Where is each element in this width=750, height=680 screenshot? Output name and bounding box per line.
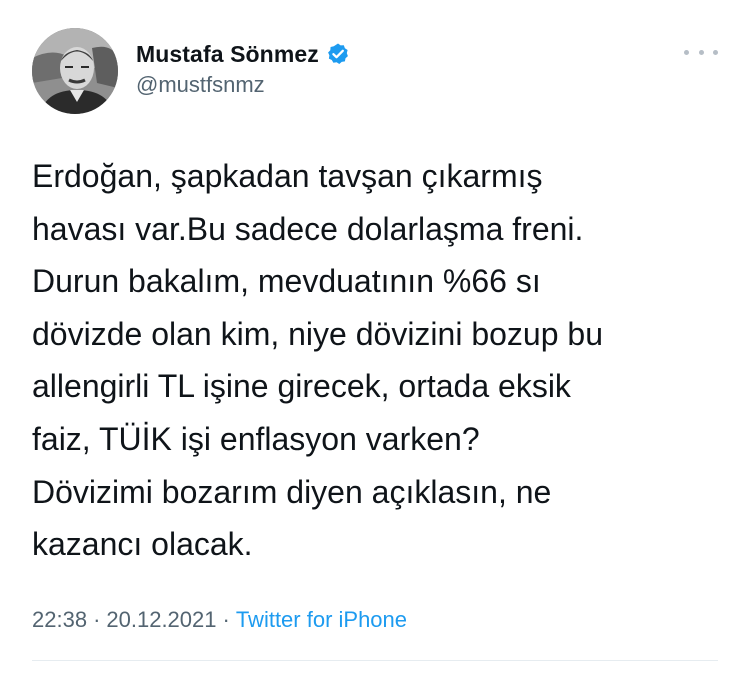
tweet-text: Erdoğan, şapkadan tavşan çıkarmış havası… [32,150,722,571]
tweet-text-line: Dövizimi bozarım diyen açıklasın, ne [32,473,552,510]
author-name-row: Mustafa Sönmez [136,40,350,68]
tweet-text-line: havası var.Bu sadece dolarlaşma freni. [32,210,584,247]
avatar[interactable] [32,28,118,114]
tweet-text-line: Erdoğan, şapkadan tavşan çıkarmış [32,158,543,194]
author-handle[interactable]: @mustfsnmz [136,72,265,98]
tweet-text-line: dövizde olan kim, niye dövizini bozup bu [32,315,603,352]
verified-badge-icon [326,42,350,66]
more-dot-icon [713,49,718,55]
author-display-name[interactable]: Mustafa Sönmez [136,41,319,68]
tweet-text-line: kazancı olacak. [32,526,253,563]
tweet-text-line: allengirli TL işine girecek, ortada eksi… [32,368,571,405]
more-options-icon[interactable] [684,42,718,62]
tweet-meta: 22:38 · 20.12.2021 · Twitter for iPhone [32,607,407,633]
tweet-time[interactable]: 22:38 [32,607,87,633]
tweet-text-line: faiz, TÜİK işi enflasyon varken? [32,420,480,457]
tweet-card: Mustafa Sönmez @mustfsnmz Erdoğan, şapka… [0,0,750,680]
tweet-source-link[interactable]: Twitter for iPhone [236,607,407,633]
tweet-text-line: Durun bakalım, mevduatının %66 sı [32,263,541,300]
profile-photo-icon [32,28,118,114]
more-dot-icon [684,49,689,55]
tweet-date[interactable]: 20.12.2021 [106,607,216,633]
meta-separator: · [93,607,101,632]
divider [32,660,718,661]
meta-separator: · [222,607,230,632]
more-dot-icon [698,49,704,55]
